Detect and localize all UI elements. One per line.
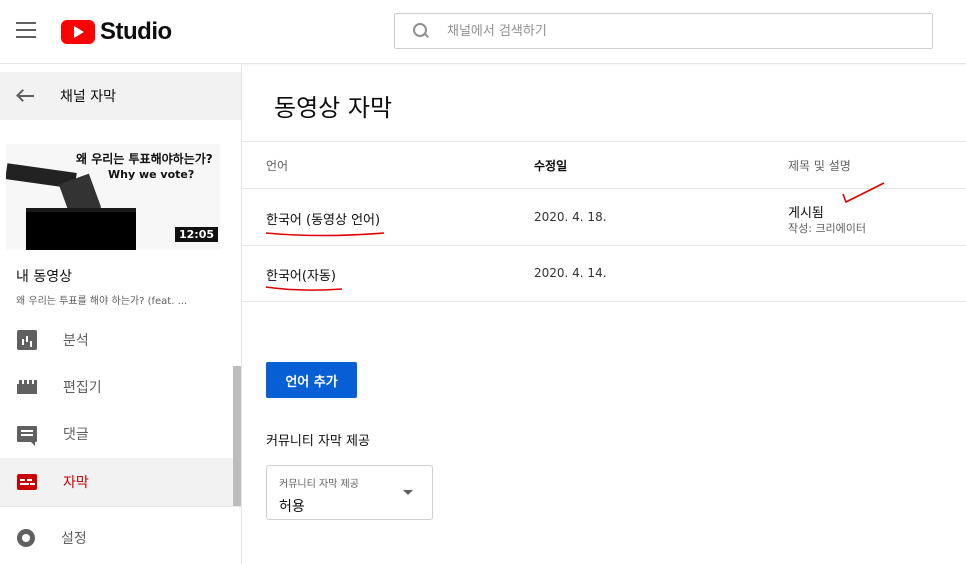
dropdown-arrow-icon (403, 490, 413, 495)
sidebar: 채널 자막 왜 우리는 투표해야하는가? Why we vote? 12:05 … (0, 64, 242, 564)
publish-status[interactable]: 게시됨 (788, 202, 824, 221)
youtube-play-icon (61, 20, 95, 44)
row-divider (242, 245, 966, 246)
top-bar: Studio (0, 0, 966, 64)
add-language-button[interactable]: 언어 추가 (266, 362, 357, 398)
back-arrow-icon[interactable] (16, 89, 34, 103)
analytics-icon (17, 330, 37, 350)
column-header-modified[interactable]: 수정일 (534, 157, 567, 174)
select-label: 커뮤니티 자막 제공 (279, 479, 359, 490)
subtitles-icon (17, 474, 37, 490)
video-name: 왜 우리는 투표를 해야 하는가? (feat. ... (16, 296, 188, 307)
sidebar-item-comments[interactable]: 댓글 (0, 410, 234, 458)
sidebar-scrollbar[interactable] (233, 366, 241, 506)
row-language[interactable]: 한국어(자동) (266, 265, 336, 284)
sidebar-item-settings[interactable]: 설정 (0, 514, 234, 562)
sidebar-item-label: 설정 (61, 531, 87, 547)
menu-icon[interactable] (16, 22, 36, 40)
editor-icon (17, 380, 37, 394)
sidebar-divider (0, 506, 241, 507)
your-video-title: 내 동영상 (16, 269, 72, 285)
publish-author: 작성: 크리에이터 (788, 222, 867, 235)
search-input[interactable] (447, 23, 907, 39)
sidebar-item-analytics[interactable]: 분석 (0, 316, 234, 364)
comments-icon (17, 426, 37, 446)
main-content: 동영상 자막 언어 수정일 제목 및 설명 한국어 (동영상 언어) 2020.… (242, 64, 966, 564)
video-duration: 12:05 (174, 227, 218, 242)
page-title: 동영상 자막 (274, 94, 393, 122)
sidebar-item-subtitles[interactable]: 자막 (0, 458, 234, 506)
sidebar-item-label: 분석 (63, 333, 89, 349)
thumbnail-subtitle: Why we vote? (108, 168, 195, 181)
community-contributions-label: 커뮤니티 자막 제공 (266, 434, 370, 449)
thumbnail-title: 왜 우리는 투표해야하는가? (76, 152, 213, 166)
column-header-language: 언어 (266, 159, 289, 173)
sidebar-item-label: 편집기 (63, 380, 102, 396)
community-contributions-select[interactable]: 커뮤니티 자막 제공 허용 (266, 465, 433, 520)
thumbnail-box (26, 212, 136, 250)
sidebar-item-label: 댓글 (63, 427, 89, 443)
sidebar-item-label: 자막 (63, 475, 89, 491)
row-date: 2020. 4. 18. (534, 210, 607, 224)
row-date: 2020. 4. 14. (534, 266, 607, 280)
row-divider (242, 188, 966, 189)
studio-logo[interactable]: Studio (61, 18, 172, 46)
gear-icon (15, 527, 37, 549)
back-label: 채널 자막 (60, 89, 116, 105)
video-thumbnail[interactable]: 왜 우리는 투표해야하는가? Why we vote? 12:05 (6, 144, 220, 250)
back-to-channel-subtitles[interactable]: 채널 자막 (0, 72, 241, 120)
logo-text: Studio (100, 18, 172, 45)
search-icon[interactable] (413, 23, 429, 39)
column-header-title-description: 제목 및 설명 (788, 159, 851, 173)
search-box[interactable] (394, 13, 933, 49)
header-divider (242, 141, 966, 142)
sidebar-item-editor[interactable]: 편집기 (0, 363, 234, 411)
row-language[interactable]: 한국어 (동영상 언어) (266, 209, 380, 228)
select-value: 허용 (279, 499, 305, 515)
row-divider (242, 301, 966, 302)
